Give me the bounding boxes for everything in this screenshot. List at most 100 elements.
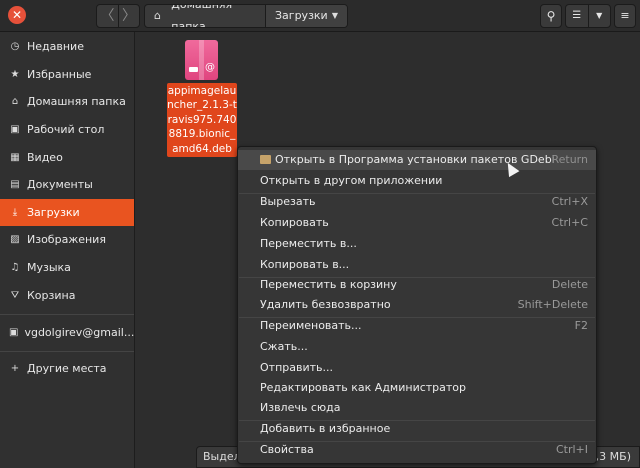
trash-icon: ⛛ xyxy=(10,289,20,301)
menu-item-label: Сжать... xyxy=(260,340,308,353)
chevron-down-icon: ▼ xyxy=(331,11,338,20)
menu-item-open-with[interactable]: Открыть в другом приложении xyxy=(238,171,596,191)
package-icon xyxy=(260,155,271,164)
deb-package-icon[interactable]: @ xyxy=(185,40,218,80)
breadcrumb: ⌂ Домашняя папка Загрузки ▼ xyxy=(144,4,348,28)
sidebar-item-starred[interactable]: ★ Избранные xyxy=(0,61,134,89)
breadcrumb-downloads-label: Загрузки xyxy=(275,9,328,22)
sidebar-item-label: Домашняя папка xyxy=(27,95,126,109)
menu-item-accelerator: Shift+Delete xyxy=(517,298,588,311)
menu-button[interactable]: ≡ xyxy=(614,4,636,28)
menu-item-label: Переместить в корзину xyxy=(260,278,397,291)
menu-item-accelerator: Ctrl+C xyxy=(551,216,588,229)
document-icon: ▤ xyxy=(10,179,20,191)
menu-item-move-to-trash[interactable]: Переместить в корзину Delete xyxy=(238,275,596,295)
back-button[interactable]: 〈 xyxy=(97,5,118,27)
menu-item-delete-permanently[interactable]: Удалить безвозвратно Shift+Delete xyxy=(238,295,596,315)
sidebar-item-desktop[interactable]: ▣ Рабочий стол xyxy=(0,116,134,144)
menu-item-copy[interactable]: Копировать Ctrl+C xyxy=(238,213,596,233)
menu-item-label: Редактировать как Администратор xyxy=(260,381,467,394)
search-icon: ⚲ xyxy=(546,9,556,23)
download-icon: ⤓ xyxy=(12,206,18,218)
menu-item-label: Копировать в... xyxy=(260,258,350,271)
menu-item-copy-to[interactable]: Копировать в... xyxy=(238,255,596,275)
sidebar-item-label: Изображения xyxy=(27,233,106,247)
hamburger-icon: ≡ xyxy=(620,9,630,22)
home-icon: ⌂ xyxy=(154,9,161,22)
sidebar-item-downloads[interactable]: ⤓ Загрузки xyxy=(0,198,134,227)
menu-item-accelerator: F2 xyxy=(574,319,588,332)
menu-item-cut[interactable]: Вырезать Ctrl+X xyxy=(238,192,596,212)
sidebar-item-videos[interactable]: ▦ Видео xyxy=(0,143,134,171)
context-menu: Открыть в Программа установки пакетов GD… xyxy=(237,146,597,464)
menu-item-add-to-starred[interactable]: Добавить в избранное xyxy=(238,419,596,439)
close-icon: ✕ xyxy=(11,8,23,22)
sidebar-item-label: Избранные xyxy=(27,67,92,81)
sidebar-item-trash[interactable]: ⛛ Корзина xyxy=(0,281,134,309)
menu-item-label: Открыть в другом приложении xyxy=(260,174,443,187)
menu-item-label: Удалить безвозвратно xyxy=(260,298,391,311)
close-window-button[interactable]: ✕ xyxy=(8,6,26,24)
menu-item-accelerator: Ctrl+X xyxy=(551,195,588,208)
menu-item-open-gdebi[interactable]: Открыть в Программа установки пакетов GD… xyxy=(238,150,596,170)
menu-item-label: Вырезать xyxy=(260,195,316,208)
search-button[interactable]: ⚲ xyxy=(540,4,562,28)
sidebar-item-other-locations[interactable]: + Другие места xyxy=(0,356,134,382)
menu-item-label: Переместить в... xyxy=(260,237,357,250)
view-options-dropdown[interactable]: ▼ xyxy=(587,5,611,27)
chevron-left-icon: 〈 xyxy=(100,8,115,24)
sidebar-item-label: Документы xyxy=(27,178,93,192)
account-icon: ▣ xyxy=(9,326,19,338)
menu-item-edit-as-admin[interactable]: Редактировать как Администратор xyxy=(238,378,596,398)
home-icon: ⌂ xyxy=(11,96,19,108)
desktop-icon: ▣ xyxy=(10,124,20,136)
breadcrumb-downloads[interactable]: Загрузки ▼ xyxy=(265,5,347,27)
file-name-label[interactable]: appimagelauncher_2.1.3-travis975.7408819… xyxy=(167,83,237,157)
menu-item-label: Копировать xyxy=(260,216,329,229)
menu-item-label: Переименовать... xyxy=(260,319,362,332)
sidebar-item-label: Загрузки xyxy=(27,205,80,219)
sidebar-item-label: Другие места xyxy=(27,362,107,376)
sidebar-item-online-account[interactable]: ▣ vgdolgirev@gmail... xyxy=(0,319,134,346)
navigation-buttons: 〈 〉 xyxy=(96,4,140,28)
sidebar-item-label: Музыка xyxy=(27,261,71,275)
menu-item-compress[interactable]: Сжать... xyxy=(238,337,596,357)
menu-item-accelerator: Delete xyxy=(551,278,588,291)
menu-item-accelerator: Ctrl+I xyxy=(555,443,588,456)
menu-item-label: Извлечь сюда xyxy=(260,401,341,414)
image-icon: ▨ xyxy=(10,234,20,246)
menu-item-extract-here[interactable]: Извлечь сюда xyxy=(238,398,596,418)
sidebar-item-home[interactable]: ⌂ Домашняя папка xyxy=(0,88,134,116)
list-view-button[interactable]: ☰ xyxy=(566,5,588,27)
menu-item-move-to[interactable]: Переместить в... xyxy=(238,234,596,254)
sidebar-item-music[interactable]: ♫ Музыка xyxy=(0,254,134,282)
chevron-right-icon: 〉 xyxy=(122,8,136,24)
breadcrumb-home-label: Домашняя папка xyxy=(171,4,233,28)
sidebar-divider xyxy=(0,313,134,315)
sidebar-item-recent[interactable]: ◷ Недавние xyxy=(0,33,134,61)
clock-icon: ◷ xyxy=(10,41,20,53)
music-icon: ♫ xyxy=(10,262,20,274)
view-options: ☰ ▼ xyxy=(565,4,611,28)
star-icon: ★ xyxy=(10,68,20,80)
menu-item-send-to[interactable]: Отправить... xyxy=(238,358,596,378)
sidebar-item-label: Рабочий стол xyxy=(27,123,105,137)
breadcrumb-home[interactable]: ⌂ Домашняя папка xyxy=(145,5,265,27)
menu-item-label: Свойства xyxy=(260,443,314,456)
sidebar: ◷ Недавние ★ Избранные ⌂ Домашняя папка … xyxy=(0,32,135,468)
plus-icon: + xyxy=(10,363,20,375)
sidebar-item-label: Недавние xyxy=(27,40,84,54)
menu-item-rename[interactable]: Переименовать... F2 xyxy=(238,316,596,336)
video-icon: ▦ xyxy=(10,151,20,163)
menu-item-label: Отправить... xyxy=(260,361,333,374)
sidebar-item-pictures[interactable]: ▨ Изображения xyxy=(0,226,134,254)
forward-button[interactable]: 〉 xyxy=(118,5,139,27)
debian-swirl-icon: @ xyxy=(205,62,215,73)
sidebar-item-documents[interactable]: ▤ Документы xyxy=(0,171,134,199)
menu-item-accelerator: Return xyxy=(551,153,588,166)
menu-item-label: Добавить в избранное xyxy=(260,422,391,435)
header-bar: ✕ 〈 〉 ⌂ Домашняя папка Загрузки ▼ ⚲ ☰ ▼ … xyxy=(0,0,640,32)
menu-item-properties[interactable]: Свойства Ctrl+I xyxy=(238,440,596,460)
sidebar-item-label: vgdolgirev@gmail... xyxy=(24,325,134,339)
sidebar-item-label: Видео xyxy=(27,150,63,164)
